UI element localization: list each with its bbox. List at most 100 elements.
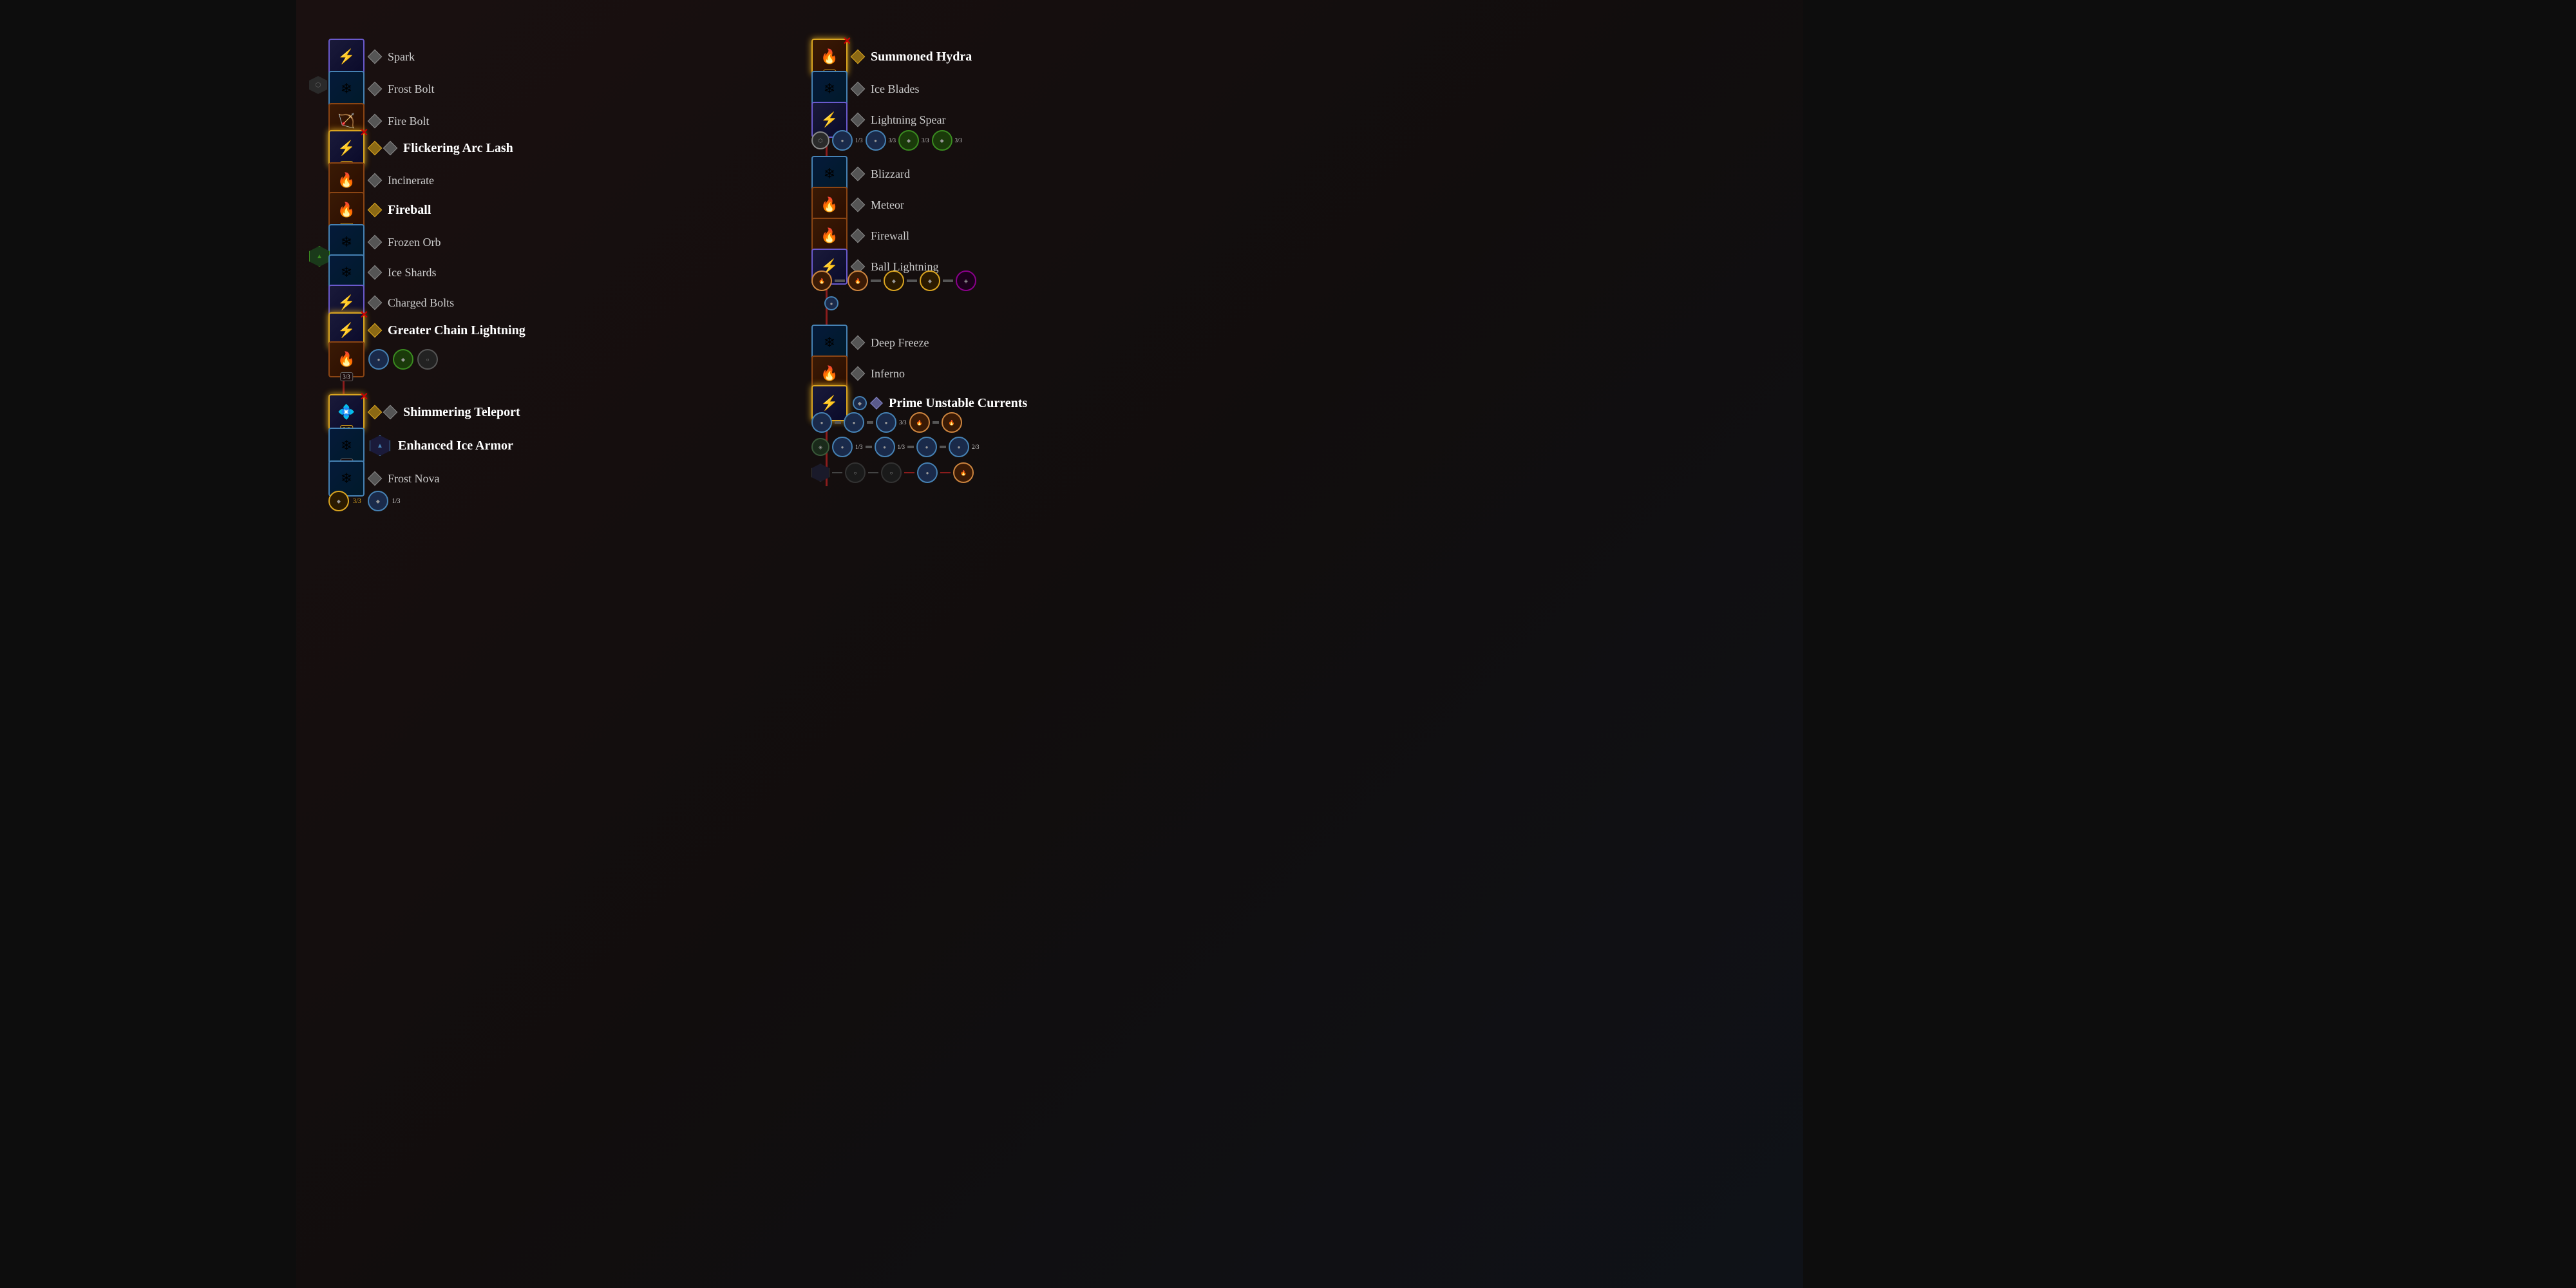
spark-label: Spark: [388, 50, 415, 64]
ice-blades-connector: [851, 82, 866, 97]
teleport-connector2: [383, 405, 398, 420]
rp4-badge-1: 1/3: [855, 444, 863, 450]
bottom-badge-1: 3/3: [353, 498, 361, 505]
flame-shield-row: 🔥 3/3 ● ◆ ○: [328, 341, 438, 377]
right-passive-n1[interactable]: ●: [832, 130, 853, 151]
right-passive-row-4: ◈ ● 1/3 ● 1/3 ● ● 2/3: [811, 437, 980, 457]
deep-freeze-connector: [851, 336, 866, 350]
blizzard-connector: [851, 167, 866, 182]
right-badge-1: 1/3: [855, 137, 863, 144]
passive-node-1[interactable]: ●: [368, 349, 389, 370]
rp5-n2[interactable]: ○: [881, 462, 902, 483]
frost-bolt-icon[interactable]: ❄: [328, 71, 365, 107]
rp3-n3[interactable]: ●: [876, 412, 896, 433]
deep-freeze-label: Deep Freeze: [871, 336, 929, 350]
rp5-n1[interactable]: ○: [845, 462, 866, 483]
right-passive-n2[interactable]: ●: [866, 130, 886, 151]
right-passive-row-2: 🔥 🔥 ◆ ◆ ◈: [811, 270, 976, 291]
frost-bolt-connector: [368, 82, 383, 97]
frost-bolt-label: Frost Bolt: [388, 82, 435, 96]
rp5-line3: [904, 472, 914, 473]
arc-lash-icon[interactable]: ⚡ 1/5 ✕: [328, 130, 365, 166]
incinerate-label: Incinerate: [388, 174, 434, 187]
rp2-n4[interactable]: ◆: [920, 270, 940, 291]
right-passive-n4[interactable]: ◆: [932, 130, 952, 151]
arc-lash-x: ✕: [360, 126, 368, 139]
arc-lash-row: ⚡ 1/5 ✕ Flickering Arc Lash: [328, 130, 513, 166]
arc-lash-label: Flickering Arc Lash: [403, 141, 513, 156]
left-panel-dark: [0, 0, 296, 1288]
rp2-n1[interactable]: 🔥: [811, 270, 832, 291]
teleport-icon[interactable]: 💠 5/5 ✕: [328, 394, 365, 430]
rp4-n2[interactable]: ●: [875, 437, 895, 457]
rp2-connector3: [907, 279, 917, 282]
bottom-passive-row: ◆ 3/3 ◆ 1/3: [328, 491, 401, 511]
main-skill-tree-area: ⚡ Spark ❄ Frost Bolt ⬡ 🏹 Fire Bolt ⚡: [296, 0, 1803, 1288]
right-passive-row-1: ⬡ ● 1/3 ● 3/3 ◆ 3/3 ◆ 3/3: [811, 130, 962, 151]
spark-icon[interactable]: ⚡: [328, 39, 365, 75]
right-passive-n3[interactable]: ◆: [898, 130, 919, 151]
inferno-connector: [851, 366, 866, 381]
rp3-n2[interactable]: ●: [844, 412, 864, 433]
frozen-orb-connector: [368, 235, 383, 250]
arc-lash-connector2: [383, 141, 398, 156]
flame-shield-badge: 3/3: [340, 372, 353, 381]
rp4-hex: ◈: [811, 438, 829, 456]
unstable-currents-label: Prime Unstable Currents: [889, 396, 1027, 411]
ice-shards-label: Ice Shards: [388, 266, 436, 279]
rp2-n2[interactable]: 🔥: [848, 270, 868, 291]
ice-armor-icon[interactable]: ❄ 1/5: [328, 428, 365, 464]
sub-node-1[interactable]: ●: [824, 296, 838, 310]
rp2-n3[interactable]: ◆: [884, 270, 904, 291]
rp3-connector3: [933, 421, 939, 424]
rp4-n4[interactable]: ●: [949, 437, 969, 457]
rp3-connector: [835, 421, 841, 424]
rp4-n3[interactable]: ●: [916, 437, 937, 457]
flame-shield-icon[interactable]: 🔥 3/3: [328, 341, 365, 377]
chain-lightning-connector: [368, 323, 383, 338]
hex-upgrade-node: ▲: [309, 246, 330, 267]
rp2-n5[interactable]: ◈: [956, 270, 976, 291]
inferno-label: Inferno: [871, 367, 905, 381]
arc-lash-connector: [368, 141, 383, 156]
rp5-n4[interactable]: 🔥: [953, 462, 974, 483]
lightning-spear-label: Lightning Spear: [871, 113, 945, 127]
teleport-x: ✕: [360, 390, 368, 403]
hydra-x: ✕: [843, 35, 851, 48]
fire-bolt-label: Fire Bolt: [388, 115, 430, 128]
ice-armor-label: Enhanced Ice Armor: [398, 439, 513, 453]
right-badge-4: 3/3: [955, 137, 963, 144]
right-passive-hex: ⬡: [811, 131, 829, 149]
rp2-connector4: [943, 279, 953, 282]
rp4-n1[interactable]: ●: [832, 437, 853, 457]
right-sub-nodes: ●: [824, 296, 838, 310]
right-badge-2: 3/3: [889, 137, 896, 144]
frost-bolt-row: ❄ Frost Bolt: [328, 71, 435, 107]
teleport-row: 💠 5/5 ✕ Shimmering Teleport: [328, 394, 520, 430]
spark-row: ⚡ Spark: [328, 39, 415, 75]
rp5-n3[interactable]: ●: [917, 462, 938, 483]
frost-nova-connector: [368, 471, 383, 486]
rp3-badge: 3/3: [899, 419, 907, 426]
unstable-diamond: [870, 397, 883, 410]
bottom-badge-2: 1/3: [392, 498, 401, 505]
lightning-spear-connector: [851, 113, 866, 128]
passive-node-3[interactable]: ○: [417, 349, 438, 370]
bottom-passive-1[interactable]: ◆: [328, 491, 349, 511]
passive-node-2[interactable]: ◆: [393, 349, 413, 370]
rp2-connector2: [871, 279, 881, 282]
rp3-n4[interactable]: 🔥: [909, 412, 930, 433]
chain-lightning-label: Greater Chain Lightning: [388, 323, 526, 338]
frost-nova-label: Frost Nova: [388, 472, 440, 486]
bottom-passive-2[interactable]: ◆: [368, 491, 388, 511]
meteor-connector: [851, 198, 866, 213]
right-passive-row-3: ● ● ● 3/3 🔥 🔥: [811, 412, 962, 433]
firewall-connector: [851, 229, 866, 243]
rp3-n5[interactable]: 🔥: [942, 412, 962, 433]
right-passive-row-5: ○ ○ ● 🔥: [811, 462, 974, 483]
unstable-small-node: ◆: [853, 396, 867, 410]
fireball-icon[interactable]: 🔥 5/5: [328, 192, 365, 228]
ice-armor-hex: ▲: [370, 435, 390, 456]
rp3-n1[interactable]: ●: [811, 412, 832, 433]
hydra-icon[interactable]: 🔥 5/5 ✕: [811, 39, 848, 75]
